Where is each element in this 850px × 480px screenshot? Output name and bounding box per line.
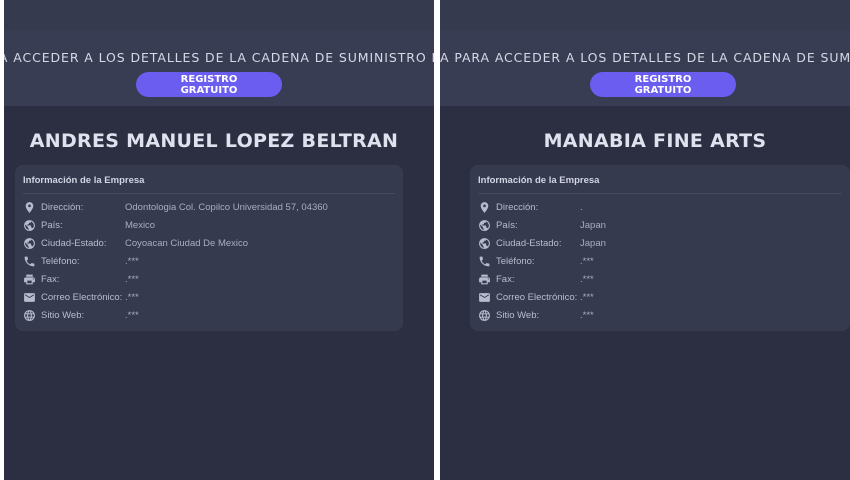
field-label: Dirección: — [41, 201, 84, 213]
globe-icon — [23, 237, 36, 250]
card-title: Información de la Empresa — [478, 175, 600, 186]
field-email: Correo Electrónico: .*** — [23, 289, 139, 305]
card-title: Información de la Empresa — [23, 175, 145, 186]
globe-icon — [478, 219, 491, 232]
location-pin-icon — [478, 201, 491, 214]
register-button[interactable]: REGISTRO GRATUITO — [136, 72, 282, 97]
globe-icon — [23, 219, 36, 232]
company-name: MANABIA FINE ARTS — [543, 130, 767, 152]
field-address: Dirección: Odontologia Col. Copilco Univ… — [23, 199, 328, 215]
field-value: Mexico — [125, 219, 156, 231]
field-value: .*** — [580, 291, 594, 303]
banner-text: PARA ACCEDER A LOS DETALLES DE LA CADENA… — [4, 50, 434, 65]
field-value: Japan — [580, 237, 606, 249]
field-value: . — [580, 201, 583, 213]
fax-icon — [23, 273, 36, 286]
field-city-state: Ciudad-Estado: Coyoacan Ciudad De Mexico — [23, 235, 248, 251]
field-label: Teléfono: — [41, 255, 80, 267]
fax-icon — [478, 273, 491, 286]
card-divider — [478, 193, 842, 194]
field-label: Dirección: — [496, 201, 539, 213]
field-phone: Teléfono: .*** — [23, 253, 139, 269]
company-info-card: Información de la Empresa Dirección: . P… — [470, 165, 850, 331]
company-panel-left: PARA ACCEDER A LOS DETALLES DE LA CADENA… — [4, 0, 434, 480]
field-label: Correo Electrónico: — [496, 291, 578, 303]
company-panel-right: A PARA ACCEDER A LOS DETALLES DE LA CADE… — [440, 0, 850, 480]
field-value: .*** — [125, 255, 139, 267]
field-value: Japan — [580, 219, 606, 231]
field-value: .*** — [580, 255, 594, 267]
field-value: Odontologia Col. Copilco Universidad 57,… — [125, 201, 328, 213]
email-icon — [23, 291, 36, 304]
field-label: Sitio Web: — [41, 309, 85, 321]
field-phone: Teléfono: .*** — [478, 253, 594, 269]
field-label: País: — [41, 219, 63, 231]
location-pin-icon — [23, 201, 36, 214]
globe-icon — [478, 237, 491, 250]
company-info-card: Información de la Empresa Dirección: Odo… — [15, 165, 403, 331]
field-website: Sitio Web: .*** — [23, 307, 139, 323]
field-label: Fax: — [41, 273, 60, 285]
field-value: .*** — [125, 291, 139, 303]
phone-icon — [23, 255, 36, 268]
field-city-state: Ciudad-Estado: Japan — [478, 235, 606, 251]
field-value: .*** — [580, 309, 594, 321]
field-value: .*** — [125, 309, 139, 321]
field-label: Fax: — [496, 273, 515, 285]
field-fax: Fax: .*** — [478, 271, 594, 287]
field-value: Coyoacan Ciudad De Mexico — [125, 237, 249, 249]
field-label: Teléfono: — [496, 255, 535, 267]
field-label: Correo Electrónico: — [41, 291, 123, 303]
top-bar — [4, 0, 434, 30]
email-icon — [478, 291, 491, 304]
field-value: .*** — [580, 273, 594, 285]
card-divider — [23, 193, 395, 194]
field-address: Dirección: . — [478, 199, 583, 215]
company-name: ANDRES MANUEL LOPEZ BELTRAN — [29, 130, 399, 152]
field-country: País: Mexico — [23, 217, 155, 233]
web-icon — [23, 309, 36, 322]
field-label: Sitio Web: — [496, 309, 540, 321]
banner-text: A PARA ACCEDER A LOS DETALLES DE LA CADE… — [440, 50, 850, 65]
field-label: Ciudad-Estado: — [41, 237, 107, 249]
field-value: .*** — [125, 273, 139, 285]
phone-icon — [478, 255, 491, 268]
register-banner: PARA ACCEDER A LOS DETALLES DE LA CADENA… — [4, 30, 434, 106]
register-banner: A PARA ACCEDER A LOS DETALLES DE LA CADE… — [440, 30, 850, 106]
register-button[interactable]: REGISTRO GRATUITO — [590, 72, 736, 97]
field-email: Correo Electrónico: .*** — [478, 289, 594, 305]
field-website: Sitio Web: .*** — [478, 307, 594, 323]
field-fax: Fax: .*** — [23, 271, 139, 287]
web-icon — [478, 309, 491, 322]
field-country: País: Japan — [478, 217, 606, 233]
top-bar — [440, 0, 850, 30]
field-label: Ciudad-Estado: — [496, 237, 562, 249]
field-label: País: — [496, 219, 518, 231]
